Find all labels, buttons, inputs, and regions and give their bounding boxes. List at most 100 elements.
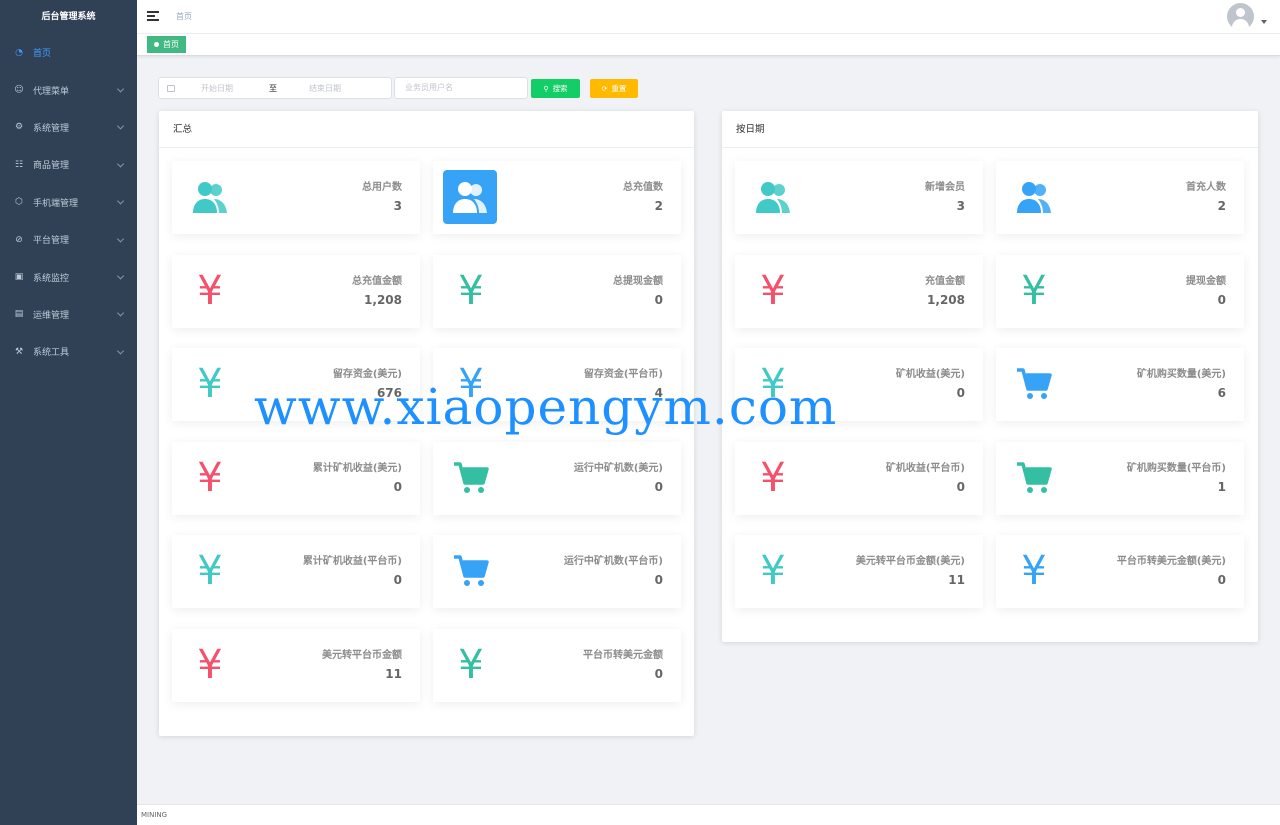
end-date-input[interactable]: 结束日期 [309,83,377,94]
stat-card: ¥ 充值金额 1,208 [735,254,983,328]
stat-value: 0 [654,666,663,681]
stat-label: 充值金额 [925,275,965,287]
salesman-username-input[interactable]: 业务员用户名 [394,77,528,99]
agent-icon: ☺ [14,85,24,96]
tool-icon: ⊘ [15,234,23,245]
calendar-icon [167,84,175,92]
sidebar-item-5[interactable]: ⊘ 平台管理 [0,221,137,258]
stat-value: 676 [376,386,402,400]
stat-card: ¥ 平台币转美元金额(美元) 0 [996,535,1244,608]
search-button[interactable]: ⚲ 搜索 [531,79,580,98]
reset-button-label: 重置 [611,84,627,93]
sidebar-item-7[interactable]: ▤ 运维管理 [0,296,137,333]
yen-icon: ¥ [760,454,786,501]
date-range-picker[interactable]: 开始日期 至 结束日期 [158,77,392,99]
sidebar-item-1[interactable]: ☺ 代理菜单 [0,71,137,108]
start-date-input[interactable]: 开始日期 [201,83,269,94]
chevron-down-icon [116,85,125,93]
stat-label: 总提现金额 [613,275,663,287]
stat-value: 0 [393,479,402,494]
caret-down-icon[interactable] [1261,20,1267,24]
chevron-down-icon [116,309,125,317]
sidebar-item-2[interactable]: ⚙ 系统管理 [0,109,137,146]
breadcrumb[interactable]: 首页 [176,11,192,22]
tags-view: 首页 [137,34,1280,56]
sidebar-item-label: 商品管理 [33,161,70,172]
yen-icon: ¥ [197,267,223,314]
stat-value: 0 [393,573,402,587]
chevron-down-icon [116,272,125,280]
stat-card: ¥ 美元转平台币金额(美元) 11 [735,535,983,608]
dashboard-icon: ◔ [15,47,23,58]
stat-card: ¥ 累计矿机收益(美元) 0 [172,441,420,515]
yen-icon: ¥ [458,641,484,688]
stat-label: 矿机收益(平台币) [885,462,965,474]
sidebar-item-8[interactable]: ⚒ 系统工具 [0,333,137,370]
stat-value: 6 [1217,386,1226,400]
app-title: 后台管理系统 [41,12,96,22]
tag-label: 首页 [163,40,179,49]
hamburger-icon[interactable] [147,11,159,21]
cart-icon [1014,458,1054,498]
stat-label: 总充值金额 [352,275,402,287]
stat-label: 运行中矿机数(平台币) [563,556,663,567]
server-icon: ▤ [14,309,24,320]
stat-label: 累计矿机收益(平台币) [302,556,402,567]
stat-card: ¥ 矿机收益(平台币) 0 [735,441,983,515]
chevron-down-icon [116,122,125,131]
sidebar-item-label: 系统监控 [33,273,70,284]
yen-icon: ¥ [197,641,223,688]
by-date-panel: 按日期 新增会员 3 首充人数 2 ¥ 充值金额 1,208 ¥ 提现金额 0 ¥ 矿机收益(美元) 0… [722,111,1258,642]
sidebar: 后台管理系统 ◔ 首页 ☺ 代理菜单 ⚙ 系统管理 ☷ 商品管理 ⬡ 手机端管理 ⊘ 平台管理 ▣ 系统监… [0,0,137,825]
stat-value: 11 [385,666,402,681]
reset-button[interactable]: ⟳ 重置 [590,79,638,98]
users-icon [753,177,793,217]
sidebar-item-4[interactable]: ⬡ 手机端管理 [0,184,137,221]
yen-icon: ¥ [197,548,223,594]
stat-label: 累计矿机收益(美元) [312,462,402,474]
sidebar-item-label: 平台管理 [33,236,70,247]
yen-icon: ¥ [458,361,484,407]
stat-value: 3 [393,199,402,213]
footer: MINING [137,804,1280,825]
yen-icon: ¥ [458,267,484,314]
avatar[interactable] [1227,3,1254,30]
stat-label: 矿机购买数量(美元) [1136,369,1226,380]
stat-card: 新增会员 3 [735,161,983,234]
users-icon [1014,177,1054,217]
yen-icon: ¥ [760,361,786,407]
stat-value: 0 [956,479,965,494]
stat-card: ¥ 累计矿机收益(平台币) 0 [172,535,420,608]
range-separator: 至 [269,83,277,93]
refresh-icon: ⟳ [601,84,608,93]
sidebar-item-label: 运维管理 [33,310,70,321]
stat-card: 运行中矿机数(美元) 0 [433,441,681,515]
stat-label: 首充人数 [1186,182,1226,193]
stat-card: 运行中矿机数(平台币) 0 [433,535,681,608]
tag-home[interactable]: 首页 [147,36,186,53]
stat-label: 留存资金(平台币) [583,369,663,380]
stat-card: ¥ 总充值金额 1,208 [172,254,420,328]
chevron-down-icon [116,347,125,355]
cube-icon: ⬡ [15,197,23,208]
yen-icon: ¥ [1021,548,1047,594]
chevron-down-icon [116,197,125,205]
stat-card: ¥ 留存资金(美元) 676 [172,348,420,421]
stat-value: 1,208 [364,292,402,307]
gear-icon: ⚙ [14,122,24,133]
stat-card: ¥ 美元转平台币金额 11 [172,628,420,702]
summary-panel: 汇总 总用户数 3 总充值数 2 ¥ 总充值金额 1,208 ¥ 总提现金额 0 ¥ 留存资金(美元)… [159,111,694,736]
stat-value: 0 [956,386,965,400]
stat-card: 总用户数 3 [172,161,420,234]
sidebar-item-0[interactable]: ◔ 首页 [0,34,137,71]
summary-title: 汇总 [159,111,694,148]
sidebar-item-label: 首页 [33,49,52,60]
stat-label: 运行中矿机数(美元) [573,462,663,474]
tools-icon: ⚒ [14,346,24,357]
cart-icon [451,551,491,591]
stat-label: 平台币转美元金额 [583,649,663,661]
sidebar-item-3[interactable]: ☷ 商品管理 [0,146,137,183]
sidebar-item-6[interactable]: ▣ 系统监控 [0,258,137,295]
stat-value: 0 [654,573,663,587]
stat-value: 1 [1217,479,1226,494]
